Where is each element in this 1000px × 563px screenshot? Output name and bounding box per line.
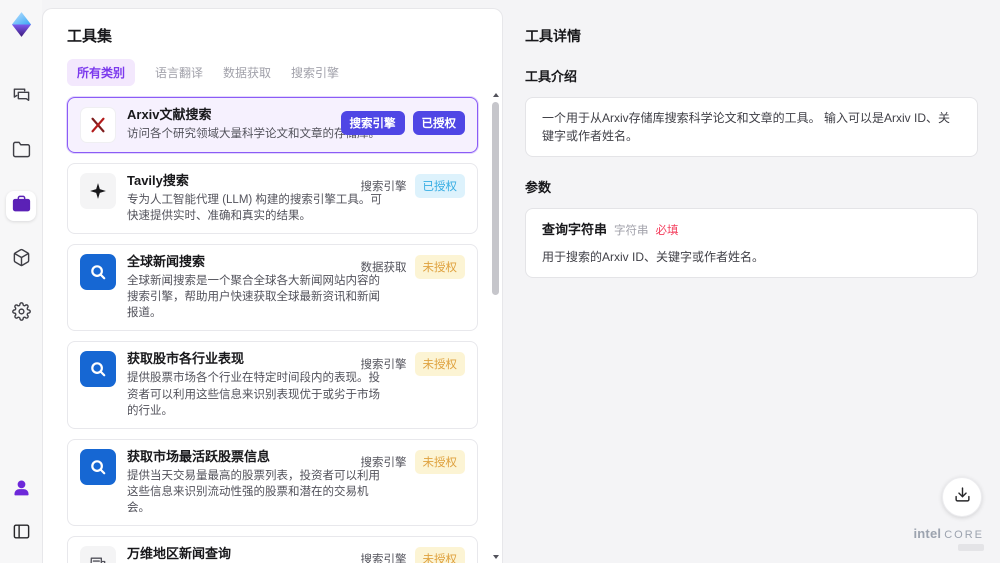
category-badge: 搜索引擎: [340, 111, 405, 135]
tool-card-tavily[interactable]: Tavily搜索 专为人工智能代理 (LLM) 构建的搜索引擎工具。可快速提供实…: [67, 163, 478, 235]
tool-card-most-active-stocks[interactable]: 获取市场最活跃股票信息 提供当天交易量最高的股票列表，投资者可以利用这些信息来识…: [67, 438, 478, 527]
auth-status-badge: 已授权: [412, 111, 465, 135]
auth-status-badge: 未授权: [414, 449, 465, 474]
category-badge: 搜索引擎: [360, 456, 407, 469]
tool-card-arxiv[interactable]: Arxiv文献搜索 访问各个研究领域大量科学论文和文章的存储库。 搜索引擎 已授…: [67, 97, 478, 153]
tool-list: Arxiv文献搜索 访问各个研究领域大量科学论文和文章的存储库。 搜索引擎 已授…: [67, 97, 478, 563]
app-logo-icon: [6, 9, 36, 39]
four-point-star-icon: [80, 173, 116, 209]
sidebar-item-packages[interactable]: [6, 245, 36, 275]
scroll-down-arrow-icon[interactable]: [493, 555, 499, 559]
user-avatar-button[interactable]: [6, 475, 36, 505]
sidebar-item-tools[interactable]: [6, 191, 36, 221]
briefcase-icon: [12, 194, 31, 218]
sidebar-item-chat[interactable]: [6, 83, 36, 113]
download-button[interactable]: [942, 477, 982, 517]
intel-sub-badge: [958, 544, 984, 551]
cube-icon: [12, 248, 31, 272]
intel-core-logo: intel core: [913, 527, 984, 551]
tool-title: 获取市场最活跃股票信息: [127, 448, 271, 464]
scroll-up-arrow-icon[interactable]: [493, 93, 499, 97]
parameter-box: 查询字符串 字符串 必填 用于搜索的Arxiv ID、关键字或作者姓名。: [525, 208, 978, 279]
arxiv-logo-icon: [80, 107, 116, 143]
download-icon: [954, 486, 971, 508]
category-badge: 搜索引擎: [360, 554, 407, 563]
tool-title: 获取股市各行业表现: [127, 351, 245, 367]
page-title: 工具集: [67, 28, 113, 45]
tool-description: 提供当天交易量最高的股票列表，投资者可以利用这些信息来识别流动性强的股票和潜在的…: [127, 469, 380, 514]
tab-all-categories[interactable]: 所有类别: [67, 59, 136, 86]
sidebar-item-settings[interactable]: [6, 299, 36, 329]
category-badge: 搜索引擎: [360, 359, 407, 372]
param-description: 用于搜索的Arxiv ID、关键字或作者姓名。: [542, 250, 765, 265]
search-logo-icon: [80, 448, 116, 485]
tab-language-translation[interactable]: 语言翻译: [155, 64, 203, 81]
newspaper-icon: [80, 546, 116, 563]
list-scrollbar[interactable]: [491, 93, 500, 559]
tool-description: 提供股票市场各个行业在特定时间段内的表现。投资者可以利用这些信息来识别表现优于或…: [127, 372, 380, 417]
collapse-sidebar-button[interactable]: [6, 519, 36, 549]
intel-brand-text: intel: [913, 526, 942, 541]
intro-section-title: 工具介绍: [525, 69, 578, 84]
tool-detail-panel: 工具详情 工具介绍 一个用于从Arxiv存储库搜索科学论文和文章的工具。 输入可…: [503, 0, 1000, 563]
tool-title: 万维地区新闻查询: [127, 546, 232, 562]
category-badge: 搜索引擎: [360, 181, 407, 193]
tool-description: 全球新闻搜索是一个聚合全球各大新闻网站内容的搜索引擎，帮助用户快速获取全球最新资…: [127, 275, 380, 320]
param-name: 查询字符串: [542, 222, 608, 237]
auth-status-badge: 已授权: [414, 174, 465, 198]
user-icon: [12, 478, 31, 502]
auth-status-badge: 未授权: [414, 255, 465, 280]
sidebar-item-files[interactable]: [6, 137, 36, 167]
gear-icon: [11, 302, 31, 326]
tab-search-engine[interactable]: 搜索引擎: [291, 64, 339, 81]
tool-card-regional-news[interactable]: 万维地区新闻查询 查询具体行政区划内的新闻，快速了解各地新闻动 搜索引擎 未授权: [67, 536, 478, 563]
tool-list-panel: 工具集 所有类别 语言翻译 数据获取 搜索引擎 Arxiv文献搜索 访问各个研究…: [42, 8, 503, 563]
tool-intro-box: 一个用于从Arxiv存储库搜索科学论文和文章的工具。 输入可以是Arxiv ID…: [525, 97, 978, 157]
tool-card-global-news[interactable]: 全球新闻搜索 全球新闻搜索是一个聚合全球各大新闻网站内容的搜索引擎，帮助用户快速…: [67, 244, 478, 332]
param-type: 字符串: [614, 225, 649, 237]
tool-title: Tavily搜索: [127, 173, 189, 188]
params-section-title: 参数: [525, 180, 552, 195]
category-tabs: 所有类别 语言翻译 数据获取 搜索引擎: [67, 59, 478, 86]
param-required-flag: 必填: [655, 225, 679, 237]
core-brand-text: core: [944, 529, 984, 541]
scrollbar-thumb[interactable]: [492, 102, 499, 295]
chat-icon: [12, 86, 31, 110]
category-badge: 数据获取: [360, 262, 407, 275]
tool-card-sector-performance[interactable]: 获取股市各行业表现 提供股票市场各个行业在特定时间段内的表现。投资者可以利用这些…: [67, 341, 478, 429]
detail-title: 工具详情: [525, 28, 581, 44]
tab-data-fetching[interactable]: 数据获取: [223, 64, 271, 81]
tool-title: 全球新闻搜索: [127, 254, 206, 270]
folder-icon: [12, 140, 31, 164]
search-logo-icon: [80, 254, 116, 291]
auth-status-badge: 未授权: [414, 547, 465, 563]
search-logo-icon: [80, 351, 116, 388]
tool-description: 专为人工智能代理 (LLM) 构建的搜索引擎工具。可快速提供实时、准确和真实的结…: [127, 194, 382, 223]
panel-toggle-icon: [12, 522, 31, 546]
left-icon-rail: [0, 0, 42, 563]
auth-status-badge: 未授权: [414, 352, 465, 377]
